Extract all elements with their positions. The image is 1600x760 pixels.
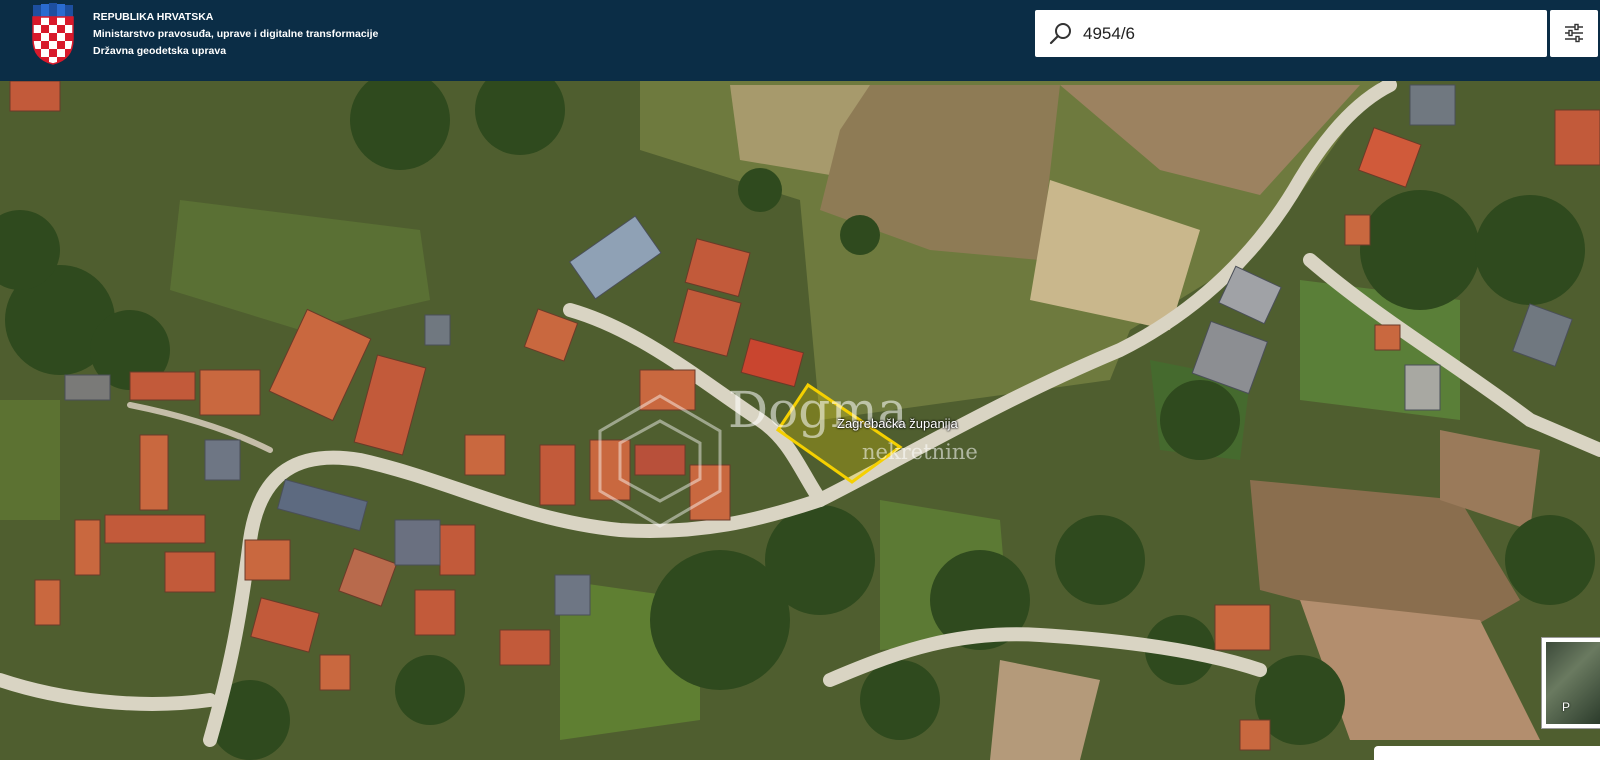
layers-icon: [1546, 642, 1600, 724]
search-icon: [1049, 23, 1071, 45]
ministry-title: REPUBLIKA HRVATSKA Ministarstvo pravosuđ…: [93, 9, 378, 60]
scale-bar: [1374, 746, 1600, 760]
filter-button[interactable]: [1550, 10, 1598, 57]
layer-switcher-button[interactable]: P: [1542, 638, 1600, 728]
map-view[interactable]: Dogma nekretnine: [0, 81, 1600, 760]
watermark-logo-icon: [598, 394, 722, 528]
ministry-name: Ministarstvo pravosuđa, uprave i digital…: [93, 28, 379, 40]
parcel-county-label: Zagrebačka županija: [837, 416, 958, 431]
layer-switcher-label: P: [1562, 700, 1571, 714]
header-bar: REPUBLIKA HRVATSKA Ministarstvo pravosuđ…: [0, 0, 1600, 81]
search-input[interactable]: 4954/6: [1083, 24, 1135, 44]
search-box[interactable]: 4954/6: [1035, 10, 1547, 57]
country-name: REPUBLIKA HRVATSKA: [93, 11, 214, 23]
coat-of-arms-icon: [32, 3, 74, 65]
agency-name: Državna geodetska uprava: [93, 45, 227, 57]
sliders-icon: [1565, 23, 1583, 43]
watermark-subtitle: nekretnine: [862, 440, 978, 464]
